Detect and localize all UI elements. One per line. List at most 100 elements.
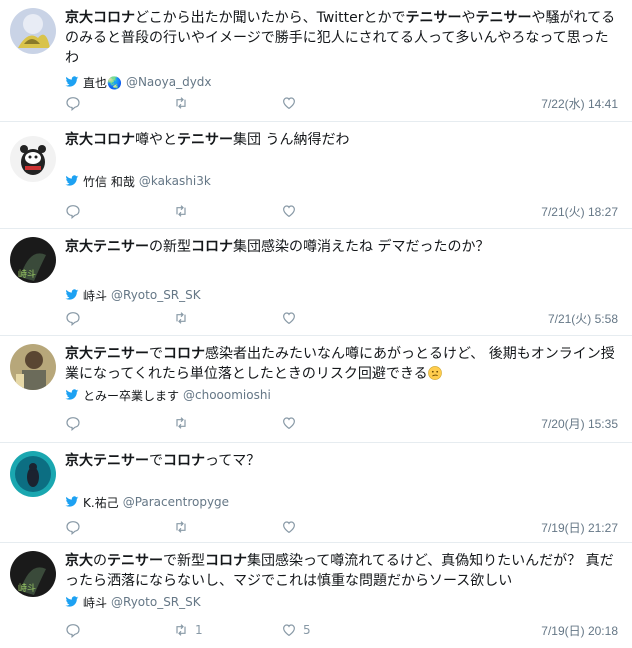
user-display-name: 竹信 和哉 — [83, 174, 135, 189]
retweet-button[interactable] — [173, 310, 281, 326]
retweet-icon — [176, 312, 186, 324]
retweet-icon — [176, 624, 186, 636]
retweet-count: 1 — [195, 623, 203, 637]
svg-text:峙斗: 峙斗 — [18, 582, 36, 594]
user-display-name: 直也🌏 — [83, 75, 122, 90]
twitter-bird-icon — [65, 389, 79, 401]
text-segment: 集団感染の噂消えたね デマだったのか？ — [233, 239, 490, 255]
reply-button[interactable] — [65, 310, 173, 326]
keyword-highlight: テニサー — [107, 553, 163, 569]
like-button[interactable] — [281, 310, 389, 326]
svg-text:峙斗: 峙斗 — [18, 268, 36, 280]
keyword-highlight: テニサー — [405, 10, 462, 26]
tweet-text: 京大のテニサーで新型コロナ集団感染って噂流れてるけど、真偽知りたいんだが？ 真だ… — [65, 551, 620, 591]
heart-icon — [283, 97, 295, 110]
keyword-highlight: 京大コロナ — [65, 10, 135, 26]
tweet-actions: 7/19(日) 21:27 — [65, 518, 618, 536]
reply-button[interactable] — [65, 95, 173, 111]
keyword-highlight: 京大コロナ — [65, 132, 135, 148]
confused-face-emoji-icon — [427, 366, 442, 380]
avatar[interactable] — [10, 344, 56, 390]
text-segment: 集団 うん納得だわ — [233, 132, 350, 148]
retweet-icon — [176, 97, 186, 109]
user-info[interactable]: とみー卒業します @chooomioshi — [65, 387, 271, 403]
keyword-highlight: 京大 — [65, 553, 93, 569]
user-info[interactable]: 峙斗 @Ryoto_SR_SK — [65, 287, 201, 303]
tweet-date[interactable]: 7/21(火) 5:58 — [548, 310, 618, 327]
tweet-date[interactable]: 7/22(水) 14:41 — [541, 95, 618, 112]
tweet-card[interactable]: 京大テニサーでコロナってマ？ K.祐己 @Paracentropyge 7/19… — [0, 443, 632, 543]
tweet-date[interactable]: 7/19(日) 21:27 — [541, 519, 618, 536]
user-display-name: 峙斗 — [83, 288, 108, 303]
keyword-highlight: 京大テニサー — [65, 346, 149, 362]
like-button[interactable] — [281, 519, 389, 535]
user-handle: @Paracentropyge — [122, 495, 230, 509]
reply-button[interactable] — [65, 415, 173, 431]
heart-icon — [283, 205, 295, 218]
tweet-card[interactable]: 京大コロナ噂やとテニサー集団 うん納得だわ 竹信 和哉 @kakashi3k 7… — [0, 122, 632, 229]
reply-icon — [66, 205, 80, 219]
twitter-bird-icon — [65, 76, 79, 88]
tweet-actions: 1 5 7/19(日) 20:18 — [65, 621, 618, 639]
tweet-date[interactable]: 7/19(日) 20:18 — [541, 622, 618, 639]
text-segment: で — [149, 453, 163, 469]
avatar[interactable] — [10, 451, 56, 497]
reply-icon — [66, 417, 80, 431]
user-info[interactable]: K.祐己 @Paracentropyge — [65, 494, 229, 510]
tweet-date[interactable]: 7/20(月) 15:35 — [541, 415, 618, 432]
like-button[interactable] — [281, 415, 389, 431]
user-info[interactable]: 竹信 和哉 @kakashi3k — [65, 173, 211, 189]
heart-icon — [283, 624, 295, 637]
user-display-name: とみー卒業します — [83, 388, 180, 403]
twitter-bird-icon — [65, 175, 79, 187]
like-button[interactable]: 5 — [281, 622, 389, 638]
keyword-highlight: 京大テニサー — [65, 239, 149, 255]
heart-icon — [283, 312, 295, 325]
text-segment: の新型 — [149, 239, 191, 255]
keyword-highlight: コロナ — [191, 239, 233, 255]
reply-icon — [66, 97, 80, 111]
avatar[interactable] — [10, 8, 56, 54]
twitter-bird-icon — [65, 496, 79, 508]
text-segment: ってマ？ — [205, 453, 261, 469]
avatar[interactable] — [10, 136, 56, 182]
keyword-highlight: コロナ — [163, 346, 205, 362]
tweet-card[interactable]: 京大テニサーでコロナ感染者出たみたいなん噂にあがっとるけど、 後期もオンライン授… — [0, 336, 632, 443]
tweet-card[interactable]: 京大コロナどこから出たか聞いたから、Twitterとかでテニサーやテニサーや騒が… — [0, 0, 632, 122]
retweet-button[interactable] — [173, 519, 281, 535]
user-handle: @chooomioshi — [183, 388, 271, 402]
tweet-text: 京大コロナ噂やとテニサー集団 うん納得だわ — [65, 130, 620, 150]
reply-button[interactable] — [65, 622, 173, 638]
retweet-button[interactable] — [173, 95, 281, 111]
retweet-icon — [176, 417, 186, 429]
heart-icon — [283, 417, 295, 430]
twitter-bird-icon — [65, 596, 79, 608]
like-button[interactable] — [281, 203, 389, 219]
heart-icon — [283, 521, 295, 534]
retweet-icon — [176, 205, 186, 217]
retweet-button[interactable]: 1 — [173, 622, 281, 638]
text-segment: で — [149, 346, 163, 362]
tweet-text: 京大コロナどこから出たか聞いたから、Twitterとかでテニサーやテニサーや騒が… — [65, 8, 620, 68]
tweet-actions: 7/22(水) 14:41 — [65, 94, 618, 112]
user-info[interactable]: 峙斗 @Ryoto_SR_SK — [65, 594, 201, 610]
user-handle: @kakashi3k — [138, 174, 211, 188]
avatar[interactable]: 峙斗 — [10, 237, 56, 283]
retweet-icon — [176, 521, 186, 533]
retweet-button[interactable] — [173, 415, 281, 431]
tweet-text: 京大テニサーでコロナってマ？ — [65, 451, 620, 471]
reply-button[interactable] — [65, 203, 173, 219]
user-info[interactable]: 直也🌏 @Naoya_dydx — [65, 74, 212, 90]
like-button[interactable] — [281, 95, 389, 111]
retweet-button[interactable] — [173, 203, 281, 219]
like-count: 5 — [303, 623, 311, 637]
user-handle: @Ryoto_SR_SK — [111, 595, 201, 609]
reply-button[interactable] — [65, 519, 173, 535]
tweet-actions: 7/20(月) 15:35 — [65, 414, 618, 432]
keyword-highlight: コロナ — [205, 553, 247, 569]
tweet-card[interactable]: 峙斗 京大のテニサーで新型コロナ集団感染って噂流れてるけど、真偽知りたいんだが？… — [0, 543, 632, 648]
avatar[interactable]: 峙斗 — [10, 551, 56, 597]
tweet-card[interactable]: 峙斗 京大テニサーの新型コロナ集団感染の噂消えたね デマだったのか？ 峙斗 @R… — [0, 229, 632, 336]
tweet-date[interactable]: 7/21(火) 18:27 — [541, 203, 618, 220]
user-handle: @Ryoto_SR_SK — [111, 288, 201, 302]
